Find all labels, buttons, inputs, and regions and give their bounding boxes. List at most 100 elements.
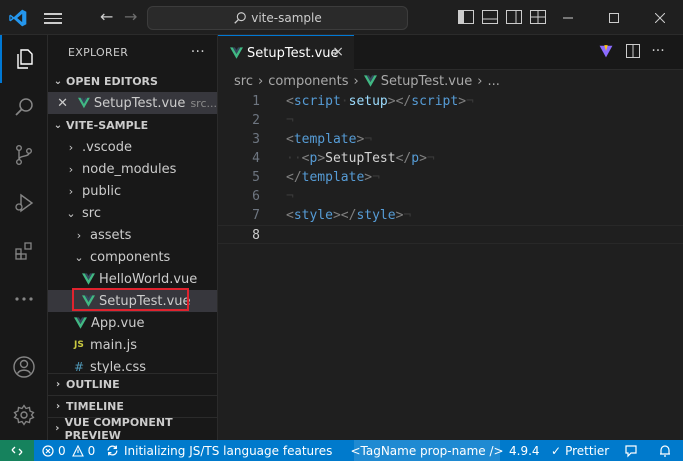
files-icon — [17, 49, 33, 69]
search-icon — [15, 98, 33, 116]
chevron-down-icon: ⌄ — [53, 119, 63, 131]
more-views-button[interactable] — [0, 275, 48, 323]
tree-item-main-js[interactable]: JS main.js — [48, 334, 217, 356]
tab-setuptest[interactable]: SetupTest.vue × — [218, 35, 354, 70]
accounts-button[interactable] — [0, 343, 48, 391]
run-debug-view-button[interactable] — [0, 179, 48, 227]
vue-preview-button[interactable] — [598, 43, 614, 59]
toggle-primary-sidebar-icon[interactable] — [458, 10, 474, 24]
warning-count: 0 — [87, 443, 96, 458]
outline-section[interactable]: › OUTLINE — [48, 373, 217, 395]
line-number: 1 — [252, 94, 260, 109]
close-window-button[interactable] — [637, 0, 683, 35]
code-line: 3 <template>¬ — [218, 130, 683, 149]
error-icon — [42, 444, 54, 457]
close-editor-icon[interactable]: ✕ — [48, 96, 68, 111]
source-control-view-button[interactable] — [0, 131, 48, 179]
code-line: 4 ··<p>SetupTest</p>¬ — [218, 149, 683, 168]
line-number: 6 — [252, 189, 260, 204]
breadcrumb-components[interactable]: components — [268, 74, 348, 89]
code-editor[interactable]: 1 <script·setup></script>¬ 2 ¬ 3 <templa… — [218, 92, 683, 440]
vue-file-icon — [230, 47, 243, 59]
search-view-button[interactable] — [0, 83, 48, 131]
explorer-view-button[interactable] — [0, 35, 48, 83]
typescript-version-status[interactable]: 4.9.4 — [509, 440, 540, 461]
hamburger-menu-icon[interactable] — [44, 10, 62, 24]
timeline-section[interactable]: › TIMELINE — [48, 395, 217, 417]
remote-icon — [11, 446, 23, 455]
project-label: VITE-SAMPLE — [66, 118, 149, 132]
editor-tabs: SetupTest.vue × ··· — [218, 35, 683, 70]
prettier-status[interactable]: ✓ Prettier — [551, 440, 609, 461]
tree-item-label: .vscode — [82, 139, 132, 155]
javascript-file-icon: JS — [74, 340, 84, 350]
more-actions-icon[interactable]: ··· — [650, 43, 666, 59]
tree-item-setuptest[interactable]: SetupTest.vue — [48, 290, 217, 312]
minimize-icon — [563, 17, 573, 18]
tree-item-vscode[interactable]: › .vscode — [48, 136, 217, 158]
open-editor-path: src... — [190, 96, 217, 110]
code-line: 2 ¬ — [218, 111, 683, 130]
open-editor-name: SetupTest.vue — [93, 95, 186, 111]
split-editor-button[interactable] — [625, 43, 641, 59]
outline-label: OUTLINE — [66, 378, 120, 391]
tree-item-src[interactable]: ⌄ src — [48, 202, 217, 224]
forward-arrow-icon[interactable]: → — [124, 8, 142, 26]
code-line: 5 </template>¬ — [218, 168, 683, 187]
vscode-logo-icon — [9, 9, 27, 27]
extensions-view-button[interactable] — [0, 227, 48, 275]
tag-format-status[interactable]: <TagName prop-name /> — [350, 440, 504, 461]
open-editor-item[interactable]: ✕ SetupTest.vue src... — [48, 92, 217, 114]
breadcrumb-src[interactable]: src — [234, 74, 253, 89]
minimize-button[interactable] — [545, 0, 591, 35]
close-tab-icon[interactable]: × — [332, 44, 344, 60]
tree-item-public[interactable]: › public — [48, 180, 217, 202]
toggle-secondary-sidebar-icon[interactable] — [506, 10, 522, 24]
current-code-line: 8 — [218, 225, 683, 244]
tree-item-node-modules[interactable]: › node_modules — [48, 158, 217, 180]
notifications-button[interactable] — [658, 440, 672, 461]
extensions-icon — [15, 242, 32, 260]
split-editor-icon — [626, 44, 640, 58]
maximize-button[interactable] — [591, 0, 637, 35]
back-arrow-icon[interactable]: ← — [100, 8, 118, 26]
timeline-label: TIMELINE — [66, 400, 124, 413]
title-bar: ← → vite-sample — [0, 0, 683, 35]
toggle-panel-icon[interactable] — [482, 10, 498, 24]
tree-item-assets[interactable]: › assets — [48, 224, 217, 246]
chevron-right-icon: › — [55, 423, 60, 434]
language-status[interactable]: Initializing JS/TS language features — [106, 440, 332, 461]
remote-indicator-button[interactable] — [0, 440, 34, 461]
breadcrumb-symbols[interactable]: ... — [487, 74, 499, 89]
vite-icon — [599, 45, 613, 58]
explorer-sidebar: EXPLORER ··· ⌄ OPEN EDITORS ✕ SetupTest.… — [48, 35, 218, 440]
chevron-right-icon: › — [55, 401, 61, 412]
open-editors-section[interactable]: ⌄ OPEN EDITORS — [48, 70, 217, 92]
search-icon — [234, 12, 247, 24]
tree-item-app[interactable]: App.vue — [48, 312, 217, 334]
vue-file-icon — [78, 97, 90, 109]
tree-item-components[interactable]: ⌄ components — [48, 246, 217, 268]
customize-layout-icon[interactable] — [530, 10, 546, 24]
explorer-more-actions-icon[interactable]: ··· — [191, 44, 205, 60]
manage-button[interactable] — [0, 391, 48, 439]
command-center-search[interactable]: vite-sample — [147, 6, 408, 30]
vue-preview-section[interactable]: › VUE COMPONENT PREVIEW — [48, 415, 217, 441]
problems-status[interactable]: 0 0 — [42, 440, 95, 461]
chevron-down-icon: ⌄ — [53, 75, 63, 87]
run-debug-icon — [15, 193, 34, 213]
prettier-text: Prettier — [565, 443, 610, 458]
breadcrumb-separator-icon: › — [353, 73, 359, 89]
vue-file-icon — [82, 295, 95, 307]
tree-item-label: HelloWorld.vue — [99, 271, 198, 287]
open-editors-label: OPEN EDITORS — [66, 74, 158, 88]
check-double-icon: ✓ — [551, 443, 562, 458]
sync-icon — [107, 445, 118, 456]
source-control-icon — [15, 145, 32, 166]
breadcrumb-file[interactable]: SetupTest.vue — [381, 74, 473, 89]
project-section[interactable]: ⌄ VITE-SAMPLE — [48, 114, 217, 136]
tree-item-helloworld[interactable]: HelloWorld.vue — [48, 268, 217, 290]
vue-preview-label: VUE COMPONENT PREVIEW — [64, 415, 173, 441]
line-number: 8 — [252, 228, 260, 243]
live-share-button[interactable] — [624, 440, 638, 461]
